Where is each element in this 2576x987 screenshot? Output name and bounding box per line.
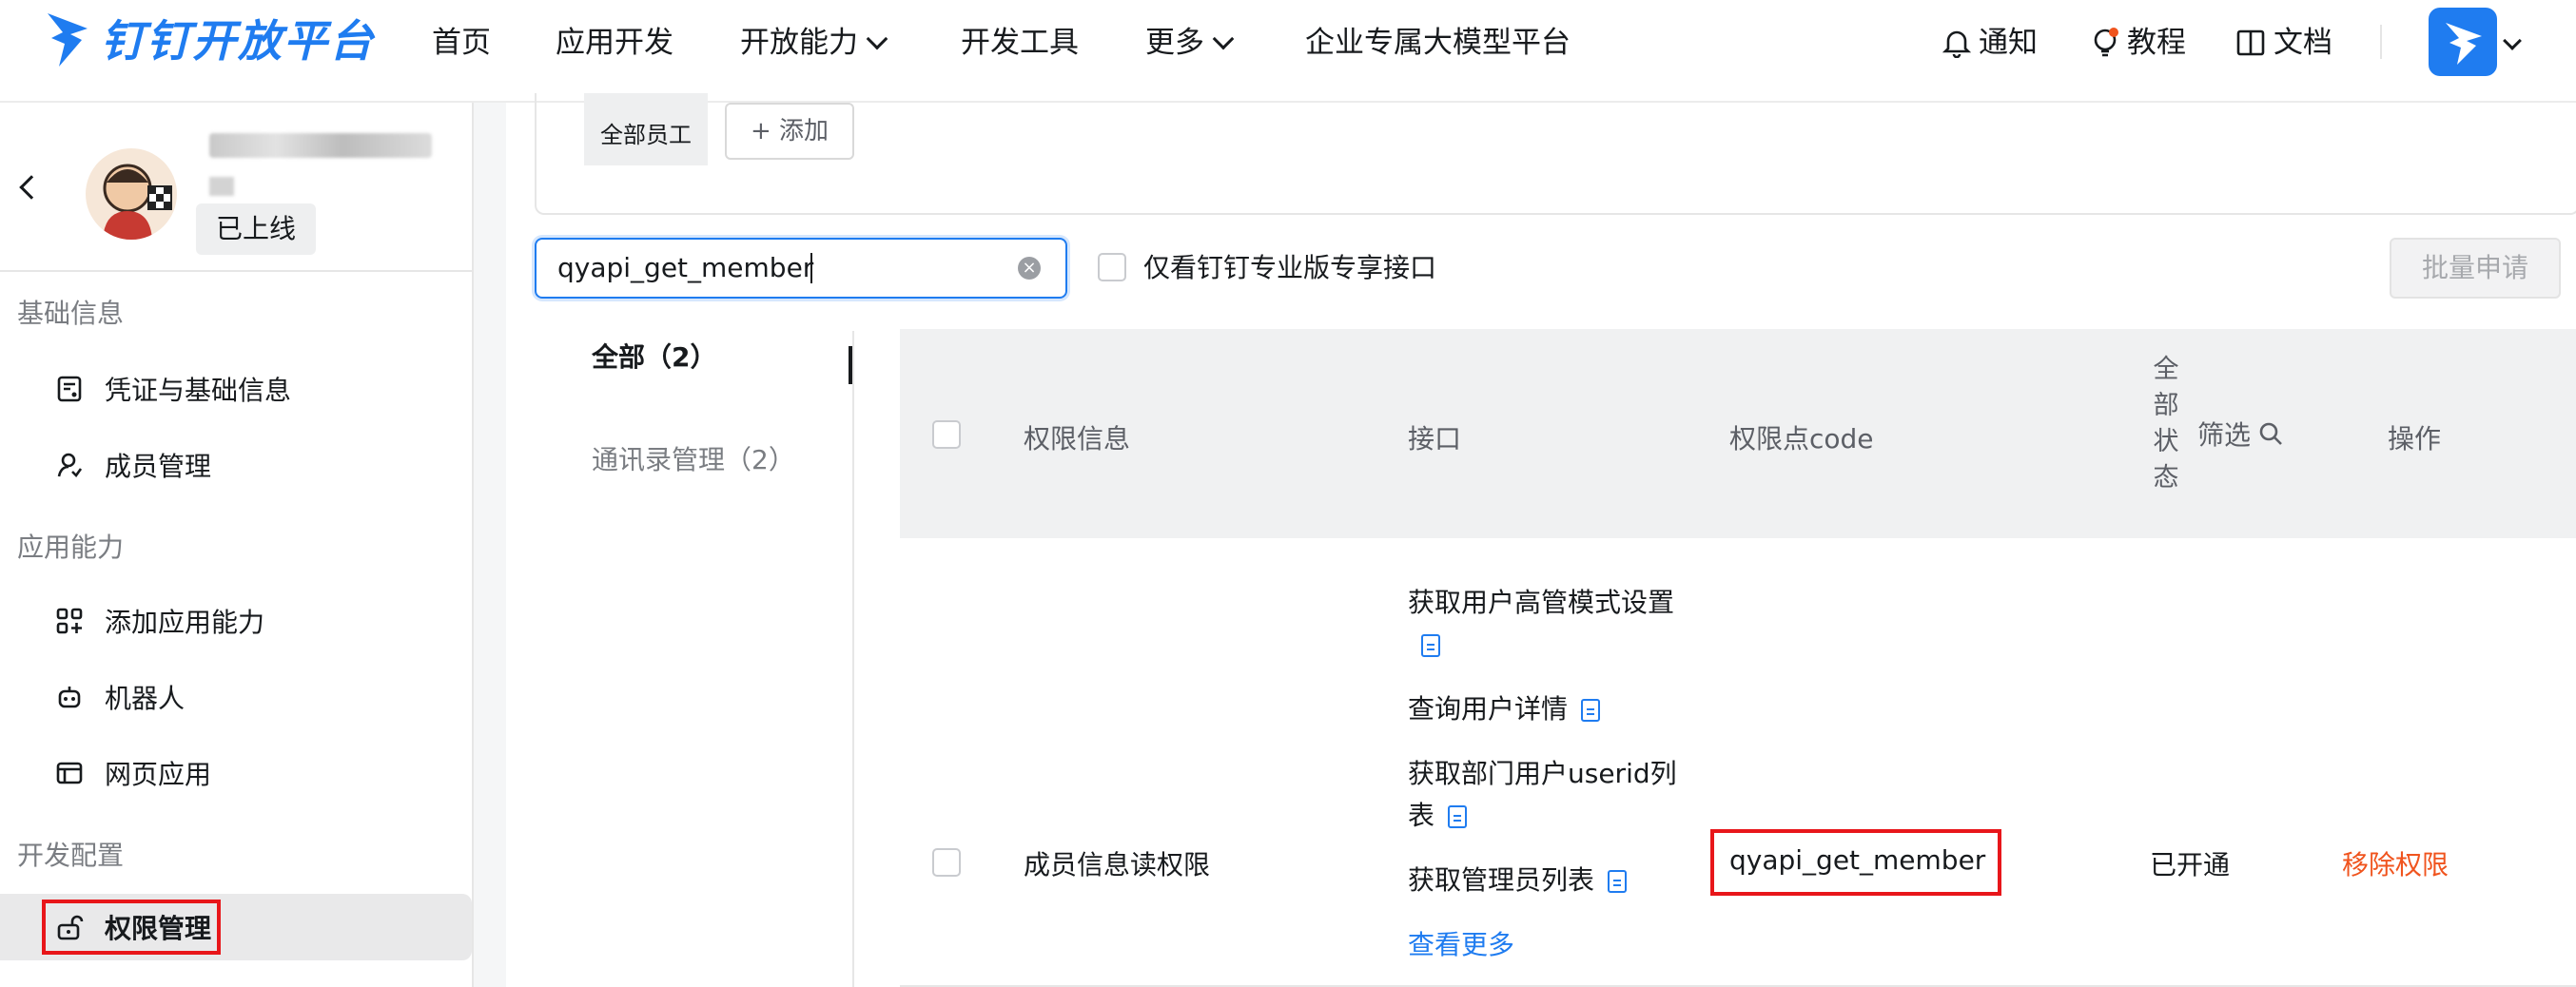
doc-link-icon[interactable] <box>1581 699 1601 722</box>
sidebar-item-webpage[interactable]: 网页应用 <box>0 740 472 806</box>
member-icon <box>57 453 83 478</box>
permission-card: 全部员工 + 添加 qyapi_get_member × 仅看钉钉专业版专享接口… <box>506 93 2576 987</box>
sidebar-item-credentials[interactable]: 凭证与基础信息 <box>0 356 472 422</box>
table-header: 权限信息 接口 权限点code 全 部 状 态 筛选 操作 <box>900 329 2576 538</box>
docs-label: 文档 <box>2274 26 2332 60</box>
nav-dev-tools[interactable]: 开发工具 <box>961 19 1079 67</box>
app-id-blurred <box>209 177 234 196</box>
header-filter[interactable]: 筛选 <box>2197 415 2283 453</box>
lightbulb-icon <box>2094 28 2118 57</box>
only-pro-label: 仅看钉钉专业版专享接口 <box>1143 252 1437 283</box>
header-permission-info: 权限信息 <box>1024 423 1131 455</box>
sidebar-item-label: 机器人 <box>105 683 185 714</box>
credential-icon <box>57 376 82 402</box>
code-highlight-box: qyapi_get_member <box>1710 829 2001 896</box>
status-badge: 已上线 <box>196 203 316 255</box>
nav-open-capability[interactable]: 开放能力 <box>740 19 888 67</box>
dingtalk-logo[interactable]: 钉钉开放平台 <box>42 8 375 68</box>
api-item[interactable]: 获取部门用户userid列表 <box>1408 753 1684 837</box>
search-input[interactable]: qyapi_get_member × <box>535 238 1067 299</box>
user-avatar[interactable] <box>2429 8 2497 76</box>
remove-permission-link[interactable]: 移除权限 <box>2342 844 2449 882</box>
sidebar-item-add-capability[interactable]: 添加应用能力 <box>0 588 472 654</box>
scope-tag: 全部员工 <box>584 93 708 165</box>
header-action: 操作 <box>2388 423 2442 455</box>
sidebar-item-label: 成员管理 <box>105 451 212 482</box>
app-avatar <box>86 148 177 240</box>
category-contacts[interactable]: 通讯录管理（2） <box>592 439 795 477</box>
section-basic-info: 基础信息 <box>17 298 125 329</box>
book-icon <box>2236 29 2265 56</box>
api-item[interactable]: 获取管理员列表 <box>1408 860 1684 901</box>
select-all-checkbox[interactable] <box>932 420 961 449</box>
nav-more[interactable]: 更多 <box>1145 19 1235 67</box>
webpage-icon <box>56 762 83 784</box>
dingtalk-wing-icon <box>48 13 88 67</box>
table-row: 成员信息读权限 获取用户高管模式设置 查询用户详情 获取部门用户userid列表… <box>900 538 2576 987</box>
header-all-status[interactable]: 全 部 状 态 <box>2150 352 2182 496</box>
notify-link[interactable]: 通知 <box>1942 19 2038 67</box>
tutorial-link[interactable]: 教程 <box>2091 19 2186 67</box>
category-divider <box>852 331 854 987</box>
chevron-down-icon <box>866 28 888 50</box>
row-checkbox[interactable] <box>932 848 961 877</box>
notify-label: 通知 <box>1979 26 2038 60</box>
clear-icon[interactable]: × <box>1018 257 1041 280</box>
batch-apply-button[interactable]: 批量申请 <box>2390 238 2561 299</box>
doc-link-icon[interactable] <box>1448 805 1468 828</box>
divider <box>0 270 472 272</box>
chevron-down-icon <box>1212 28 1235 50</box>
sidebar: 已上线 基础信息 凭证与基础信息 成员管理 应用能力 添加应用能力 机器人 网页… <box>0 103 474 987</box>
sidebar-item-label: 网页应用 <box>105 759 212 790</box>
unlock-icon <box>57 915 84 940</box>
jenkins-mascot-icon <box>103 164 172 240</box>
header-code: 权限点code <box>1729 423 1874 455</box>
grid-add-icon <box>56 608 83 634</box>
permission-code: qyapi_get_member <box>1729 844 1986 876</box>
docs-link[interactable]: 文档 <box>2235 19 2332 67</box>
top-nav-bar: 钉钉开放平台 首页 应用开发 开放能力 开发工具 更多 企业专属大模型平台 通知… <box>0 0 2576 103</box>
robot-icon <box>58 687 81 708</box>
sidebar-item-robot[interactable]: 机器人 <box>0 664 472 730</box>
nav-app-dev[interactable]: 应用开发 <box>556 19 673 67</box>
dingtalk-wing-icon <box>2446 23 2482 65</box>
sidebar-item-label: 权限管理 <box>105 913 212 944</box>
nav-enterprise-llm[interactable]: 企业专属大模型平台 <box>1305 19 1571 67</box>
doc-link-icon[interactable] <box>1421 634 1440 657</box>
only-pro-checkbox[interactable] <box>1098 253 1126 281</box>
scope-box: 全部员工 + 添加 <box>535 93 2576 215</box>
doc-link-icon[interactable] <box>1608 870 1628 893</box>
api-list: 获取用户高管模式设置 查询用户详情 获取部门用户userid列表 获取管理员列表… <box>1408 582 1684 966</box>
sidebar-item-members[interactable]: 成员管理 <box>0 432 472 498</box>
status-text: 已开通 <box>2150 849 2231 881</box>
chevron-down-icon[interactable] <box>2503 31 2522 50</box>
back-arrow-icon[interactable] <box>19 175 44 200</box>
nav-home[interactable]: 首页 <box>432 19 491 67</box>
sidebar-item-label: 凭证与基础信息 <box>105 375 292 406</box>
section-app-capability: 应用能力 <box>17 532 125 563</box>
search-icon <box>2259 422 2282 445</box>
sidebar-item-label: 添加应用能力 <box>105 607 265 638</box>
permission-name: 成员信息读权限 <box>1024 849 1211 881</box>
sidebar-item-permission[interactable]: 权限管理 <box>0 894 472 960</box>
add-scope-button[interactable]: + 添加 <box>725 103 854 160</box>
header-api: 接口 <box>1408 423 1462 455</box>
text-cursor <box>810 253 812 283</box>
api-item[interactable]: 查询用户详情 <box>1408 688 1684 730</box>
tutorial-label: 教程 <box>2127 26 2186 60</box>
header-divider <box>2380 25 2382 59</box>
app-name-blurred <box>209 133 432 158</box>
bell-icon <box>1942 30 1971 58</box>
category-all[interactable]: 全部（2） <box>592 337 716 375</box>
view-more-link[interactable]: 查看更多 <box>1408 924 1684 966</box>
section-dev-config: 开发配置 <box>17 840 125 871</box>
api-item[interactable]: 获取用户高管模式设置 <box>1408 582 1684 666</box>
search-input-value: qyapi_get_member <box>557 252 814 283</box>
logo-text: 钉钉开放平台 <box>101 15 375 67</box>
